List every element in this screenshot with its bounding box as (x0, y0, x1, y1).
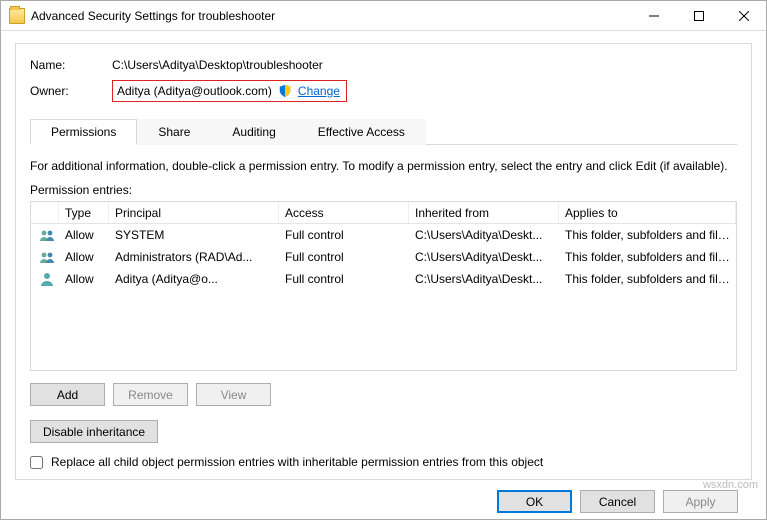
col-access[interactable]: Access (279, 202, 409, 223)
cell-applies: This folder, subfolders and files (559, 272, 736, 286)
content-area: Name: C:\Users\Aditya\Desktop\troublesho… (1, 31, 766, 527)
cell-type: Allow (59, 228, 109, 242)
owner-label: Owner: (30, 84, 112, 98)
col-type[interactable]: Type (59, 202, 109, 223)
cell-access: Full control (279, 250, 409, 264)
replace-children-checkbox[interactable] (30, 456, 43, 469)
tab-auditing[interactable]: Auditing (211, 119, 296, 145)
group-icon (35, 249, 59, 265)
name-row: Name: C:\Users\Aditya\Desktop\troublesho… (30, 58, 737, 72)
col-applies[interactable]: Applies to (559, 202, 736, 223)
cell-applies: This folder, subfolders and files (559, 250, 736, 264)
cell-access: Full control (279, 272, 409, 286)
grid-header: Type Principal Access Inherited from App… (31, 202, 736, 224)
shield-icon (278, 84, 292, 98)
col-principal[interactable]: Principal (109, 202, 279, 223)
cell-inherited: C:\Users\Aditya\Deskt... (409, 272, 559, 286)
replace-children-row: Replace all child object permission entr… (30, 455, 737, 469)
watermark: wsxdn.com (703, 479, 758, 491)
owner-box: Aditya (Aditya@outlook.com) Change (112, 80, 347, 102)
cell-type: Allow (59, 250, 109, 264)
replace-children-label: Replace all child object permission entr… (51, 455, 543, 469)
col-inherited[interactable]: Inherited from (409, 202, 559, 223)
name-label: Name: (30, 58, 112, 72)
cell-inherited: C:\Users\Aditya\Deskt... (409, 250, 559, 264)
ok-button[interactable]: OK (497, 490, 572, 513)
disable-inheritance-row: Disable inheritance (30, 420, 737, 443)
folder-icon (9, 8, 25, 24)
apply-button[interactable]: Apply (663, 490, 738, 513)
cell-principal: Aditya (Aditya@o... (109, 272, 279, 286)
owner-row: Owner: Aditya (Aditya@outlook.com) Chang… (30, 80, 737, 102)
group-icon (35, 227, 59, 243)
table-row[interactable]: AllowAdministrators (RAD\Ad...Full contr… (31, 246, 736, 268)
disable-inheritance-button[interactable]: Disable inheritance (30, 420, 158, 443)
cell-inherited: C:\Users\Aditya\Deskt... (409, 228, 559, 242)
cell-type: Allow (59, 272, 109, 286)
cell-access: Full control (279, 228, 409, 242)
add-button[interactable]: Add (30, 383, 105, 406)
window: Advanced Security Settings for troublesh… (0, 0, 767, 520)
table-row[interactable]: AllowSYSTEMFull controlC:\Users\Aditya\D… (31, 224, 736, 246)
person-icon (35, 271, 59, 287)
cell-principal: SYSTEM (109, 228, 279, 242)
cancel-button[interactable]: Cancel (580, 490, 655, 513)
change-owner-link[interactable]: Change (298, 84, 340, 98)
permission-grid[interactable]: Type Principal Access Inherited from App… (30, 201, 737, 371)
tab-share[interactable]: Share (137, 119, 211, 145)
table-row[interactable]: AllowAditya (Aditya@o...Full controlC:\U… (31, 268, 736, 290)
dialog-footer: OK Cancel Apply (15, 480, 752, 517)
maximize-button[interactable] (676, 1, 721, 30)
name-value: C:\Users\Aditya\Desktop\troubleshooter (112, 58, 323, 72)
main-panel: Name: C:\Users\Aditya\Desktop\troublesho… (15, 43, 752, 480)
cell-applies: This folder, subfolders and files (559, 228, 736, 242)
close-button[interactable] (721, 1, 766, 30)
tab-effective-access[interactable]: Effective Access (297, 119, 426, 145)
remove-button[interactable]: Remove (113, 383, 188, 406)
view-button[interactable]: View (196, 383, 271, 406)
window-title: Advanced Security Settings for troublesh… (31, 9, 631, 23)
entry-buttons: Add Remove View (30, 383, 737, 406)
entries-label: Permission entries: (30, 183, 737, 197)
tabs: Permissions Share Auditing Effective Acc… (30, 118, 737, 145)
minimize-button[interactable] (631, 1, 676, 30)
titlebar: Advanced Security Settings for troublesh… (1, 1, 766, 31)
tab-permissions[interactable]: Permissions (30, 119, 137, 145)
cell-principal: Administrators (RAD\Ad... (109, 250, 279, 264)
owner-value: Aditya (Aditya@outlook.com) (117, 84, 272, 98)
info-text: For additional information, double-click… (30, 159, 737, 173)
